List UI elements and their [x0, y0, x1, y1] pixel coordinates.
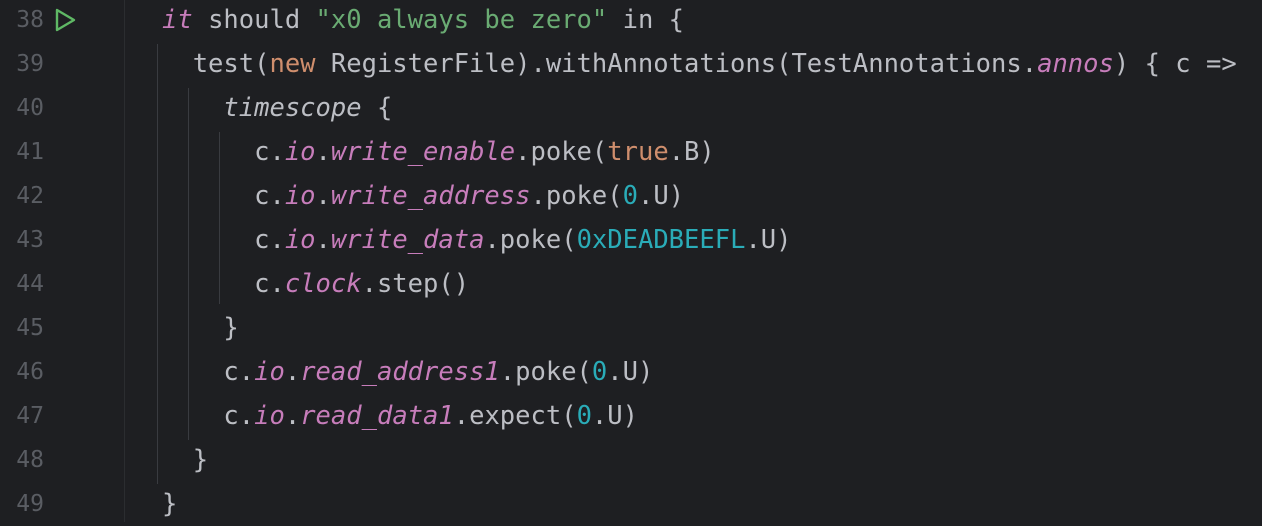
code-token: should [192, 5, 316, 35]
code-token: .B) [668, 137, 715, 167]
line-number[interactable]: 48 [8, 438, 44, 482]
code-text[interactable]: c.clock.step() [162, 262, 469, 306]
code-token: .U) [607, 357, 654, 387]
code-token: c. [162, 137, 285, 167]
code-line[interactable]: 38 it should "x0 always be zero" in { [0, 0, 1262, 42]
code-token: "x0 always be zero" [315, 5, 608, 35]
code-line[interactable]: 43 c.io.write_data.poke(0xDEADBEEFL.U) [0, 218, 1262, 262]
code-line[interactable]: 40 timescope { [0, 86, 1262, 130]
code-token: c. [162, 401, 255, 431]
code-token: .poke( [484, 225, 577, 255]
code-line[interactable]: 46 c.io.read_address1.poke(0.U) [0, 350, 1262, 394]
code-token: c. [162, 357, 255, 387]
run-test-icon[interactable] [52, 7, 78, 33]
code-text[interactable]: timescope { [162, 86, 392, 130]
code-token: io [284, 181, 316, 211]
code-token: .poke( [515, 137, 608, 167]
code-token: ) { c => [1113, 49, 1237, 79]
code-token: io [284, 137, 316, 167]
code-editor[interactable]: 38 it should "x0 always be zero" in {39 t… [0, 0, 1262, 522]
code-token: 0 [576, 401, 592, 431]
code-text[interactable]: } [162, 306, 239, 350]
code-token: c. [162, 225, 285, 255]
line-number[interactable]: 43 [8, 218, 44, 262]
code-token: it [162, 5, 193, 35]
code-line[interactable]: 48 } [0, 438, 1262, 482]
code-token: new [269, 49, 316, 79]
code-token: RegisterFile).withAnnotations(TestAnnota… [315, 49, 1038, 79]
code-text[interactable]: c.io.write_data.poke(0xDEADBEEFL.U) [162, 218, 792, 262]
code-token: read_data1 [300, 401, 454, 431]
code-token: } [162, 445, 209, 475]
line-number[interactable]: 38 [8, 0, 44, 42]
code-text[interactable]: c.io.write_address.poke(0.U) [162, 174, 684, 218]
code-token: .expect( [453, 401, 577, 431]
line-number[interactable]: 40 [8, 86, 44, 130]
code-text[interactable]: test(new RegisterFile).withAnnotations(T… [162, 42, 1237, 86]
code-token: write_data [330, 225, 485, 255]
code-token: 0 [591, 357, 608, 387]
line-number[interactable]: 47 [8, 394, 44, 438]
code-token: read_address1 [300, 357, 500, 387]
code-token: . [284, 401, 301, 431]
code-line[interactable]: 42 c.io.write_address.poke(0.U) [0, 174, 1262, 218]
code-token: 0xDEADBEEFL [576, 225, 746, 255]
code-token: c. [162, 181, 285, 211]
code-text[interactable]: c.io.read_address1.poke(0.U) [162, 350, 653, 394]
code-token: .U) [591, 401, 638, 431]
code-line[interactable]: 39 test(new RegisterFile).withAnnotation… [0, 42, 1262, 86]
code-token: . [284, 357, 301, 387]
code-token: in { [607, 5, 685, 35]
code-token: .U) [637, 181, 685, 211]
code-text[interactable]: it should "x0 always be zero" in { [162, 0, 684, 42]
code-token: 0 [622, 181, 638, 211]
code-token: .poke( [530, 181, 623, 211]
code-token: .U) [745, 225, 792, 255]
code-line[interactable]: 44 c.clock.step() [0, 262, 1262, 306]
code-token: write_address [330, 181, 531, 211]
code-token: io [254, 357, 285, 387]
code-token: . [315, 137, 331, 167]
code-token: test( [162, 49, 270, 79]
code-token: c. [162, 269, 285, 299]
code-text[interactable]: c.io.read_data1.expect(0.U) [162, 394, 638, 438]
code-token: true [607, 137, 669, 167]
line-number[interactable]: 49 [8, 482, 44, 526]
code-token: .step() [361, 269, 470, 299]
code-token: . [315, 225, 331, 255]
code-token: io [254, 401, 285, 431]
line-number[interactable]: 44 [8, 262, 44, 306]
line-number[interactable]: 39 [8, 42, 44, 86]
code-token: annos [1037, 49, 1114, 79]
line-number[interactable]: 46 [8, 350, 44, 394]
code-token: } [162, 489, 178, 519]
code-text[interactable]: } [162, 438, 208, 482]
code-token: { [361, 93, 393, 123]
code-token: write_enable [330, 137, 516, 167]
code-line[interactable]: 47 c.io.read_data1.expect(0.U) [0, 394, 1262, 438]
code-line[interactable]: 41 c.io.write_enable.poke(true.B) [0, 130, 1262, 174]
code-token: . [315, 181, 331, 211]
code-token: timescope [223, 93, 362, 123]
line-number[interactable]: 45 [8, 306, 44, 350]
line-number[interactable]: 42 [8, 174, 44, 218]
line-number[interactable]: 41 [8, 130, 44, 174]
code-token: io [284, 225, 316, 255]
code-text[interactable]: } [162, 482, 177, 526]
code-token: clock [284, 269, 362, 299]
code-text[interactable]: c.io.write_enable.poke(true.B) [162, 130, 715, 174]
code-line[interactable]: 49} [0, 482, 1262, 526]
code-token: .poke( [499, 357, 592, 387]
code-line[interactable]: 45 } [0, 306, 1262, 350]
code-token: } [162, 313, 239, 343]
